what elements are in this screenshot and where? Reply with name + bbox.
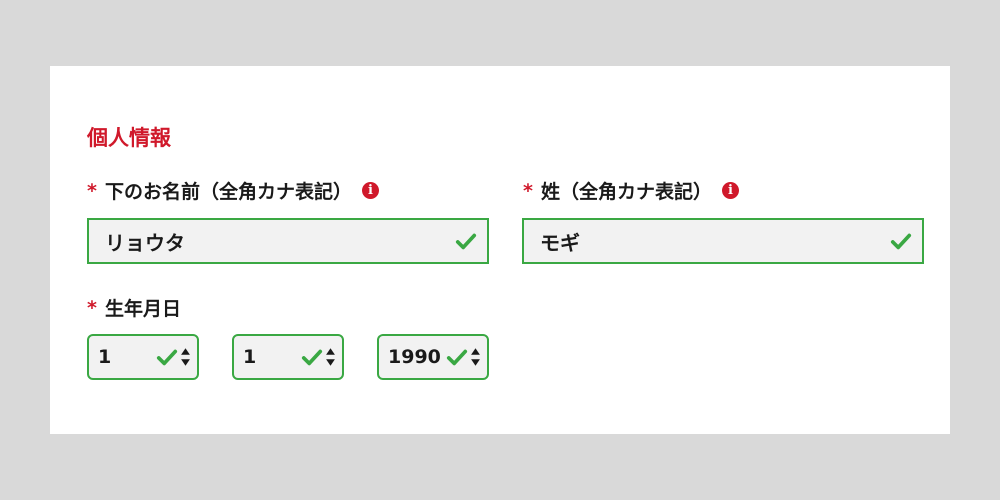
birth-month-value: 1: [98, 346, 112, 368]
birth-year-select[interactable]: 1990: [377, 334, 489, 380]
birth-year-value: 1990: [388, 346, 441, 368]
last-name-value: モギ: [540, 230, 580, 255]
last-name-input[interactable]: モギ: [522, 218, 924, 264]
last-name-label-text: 姓（全角カナ表記）: [540, 181, 712, 203]
check-icon: [890, 233, 912, 250]
section-title: 個人情報: [87, 126, 171, 150]
birth-month-select[interactable]: 1: [87, 334, 199, 380]
spinner-arrows-icon: [326, 348, 335, 366]
birthdate-label-text: 生年月日: [104, 298, 181, 320]
personal-info-card: 個人情報 * 下のお名前（全角カナ表記） i * 姓（全角カナ表記） i リョウ…: [50, 66, 950, 434]
birth-day-select[interactable]: 1: [232, 334, 344, 380]
required-marker: *: [523, 179, 533, 202]
last-name-label: * 姓（全角カナ表記） i: [523, 177, 739, 204]
first-name-value: リョウタ: [105, 230, 185, 255]
spinner-arrows-icon: [181, 348, 190, 366]
first-name-input[interactable]: リョウタ: [87, 218, 489, 264]
check-icon: [301, 349, 323, 366]
required-marker: *: [87, 296, 97, 319]
check-icon: [156, 349, 178, 366]
spinner-arrows-icon: [471, 348, 480, 366]
required-marker: *: [87, 179, 97, 202]
birthdate-label: * 生年月日: [87, 294, 181, 321]
check-icon: [455, 233, 477, 250]
birth-day-value: 1: [243, 346, 257, 368]
info-icon[interactable]: i: [361, 182, 379, 199]
check-icon: [446, 349, 468, 366]
first-name-label-text: 下のお名前（全角カナ表記）: [104, 181, 352, 203]
info-icon[interactable]: i: [721, 182, 739, 199]
first-name-label: * 下のお名前（全角カナ表記） i: [87, 177, 379, 204]
